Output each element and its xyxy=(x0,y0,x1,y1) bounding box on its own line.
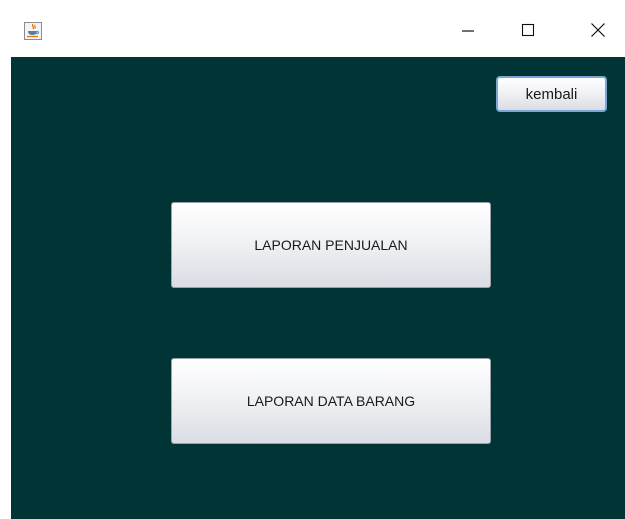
java-cup-icon[interactable] xyxy=(24,22,42,40)
minimize-icon xyxy=(461,23,475,42)
minimize-button[interactable] xyxy=(445,12,491,52)
app-window: kembali LAPORAN PENJUALAN LAPORAN DATA B… xyxy=(0,0,625,519)
goods-report-button[interactable]: LAPORAN DATA BARANG xyxy=(171,358,491,444)
goods-report-label: LAPORAN DATA BARANG xyxy=(246,393,416,409)
close-icon xyxy=(590,22,606,43)
close-button[interactable] xyxy=(575,12,621,52)
content-panel: kembali LAPORAN PENJUALAN LAPORAN DATA B… xyxy=(11,57,625,519)
sales-report-button[interactable]: LAPORAN PENJUALAN xyxy=(171,202,491,288)
back-button[interactable]: kembali xyxy=(496,76,607,112)
sales-report-label: LAPORAN PENJUALAN xyxy=(254,237,408,253)
maximize-icon xyxy=(521,23,535,42)
title-bar[interactable] xyxy=(0,0,625,57)
back-button-label: kembali xyxy=(525,85,578,103)
maximize-button[interactable] xyxy=(505,12,551,52)
